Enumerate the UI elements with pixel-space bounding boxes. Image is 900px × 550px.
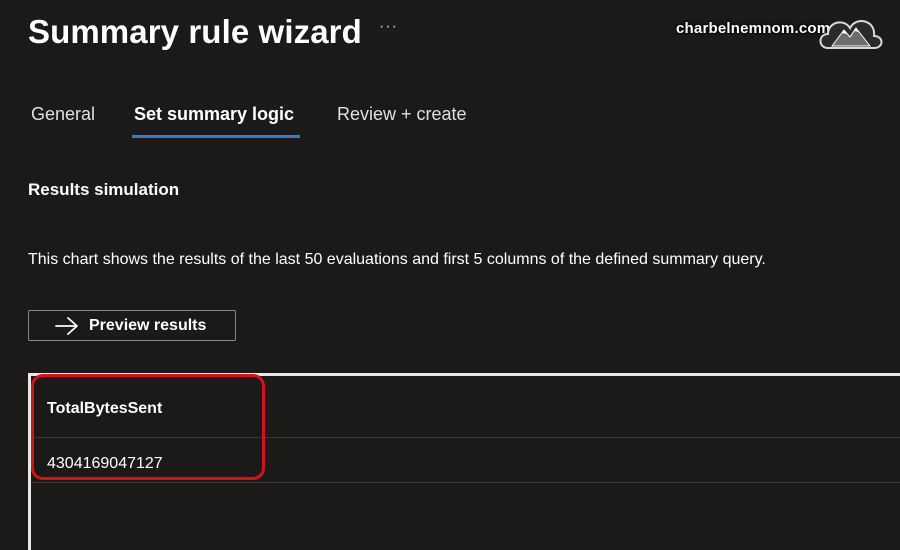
results-simulation-description: This chart shows the results of the last…: [28, 251, 766, 268]
page-title: Summary rule wizard: [28, 13, 362, 50]
summary-rule-wizard-page: Summary rule wizard ··· charbelnemnom.co…: [0, 0, 900, 550]
active-tab-indicator: [132, 135, 300, 138]
more-options-button[interactable]: ···: [379, 18, 398, 36]
row-divider: [31, 482, 900, 483]
arrow-right-icon: [55, 317, 78, 335]
tab-review-create[interactable]: Review + create: [337, 100, 467, 128]
cloud-mountain-logo-icon: [819, 20, 883, 49]
results-simulation-heading: Results simulation: [28, 180, 180, 199]
tab-general[interactable]: General: [31, 100, 95, 128]
tab-set-summary-logic[interactable]: Set summary logic: [134, 100, 294, 128]
preview-results-label: Preview results: [89, 317, 207, 334]
results-table: TotalBytesSent 4304169047127: [28, 373, 900, 550]
watermark: charbelnemnom.com: [676, 12, 900, 56]
header-divider: [31, 437, 900, 438]
column-header-totalbytessent[interactable]: TotalBytesSent: [47, 400, 162, 418]
preview-results-button[interactable]: Preview results: [28, 310, 236, 341]
watermark-text: charbelnemnom.com: [676, 20, 831, 37]
table-cell-totalbytessent: 4304169047127: [47, 455, 163, 472]
